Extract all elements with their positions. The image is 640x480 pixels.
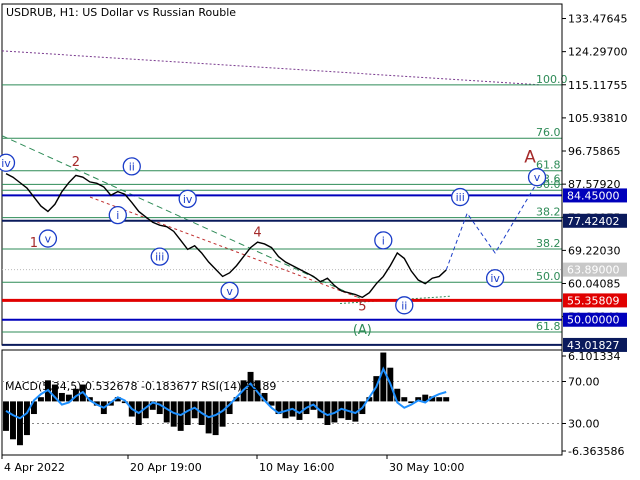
indicator-label: MACD(5,34,5) 0.532678 -0.183677 RSI(14) … xyxy=(5,380,276,393)
wave-label: iv xyxy=(490,272,500,285)
time-tick-label: 30 May 10:00 xyxy=(389,461,464,474)
macd-histogram-bar xyxy=(17,401,23,446)
fib-level-label: 38.2 xyxy=(536,206,561,219)
macd-histogram-bar xyxy=(380,352,387,402)
macd-histogram-bar xyxy=(219,401,226,427)
fib-level-label: 61.8 xyxy=(536,320,561,333)
macd-histogram-bar xyxy=(37,397,44,402)
fib-level-label: 76.0 xyxy=(536,126,561,139)
macd-histogram-bar xyxy=(10,401,16,440)
time-tick-label: 4 Apr 2022 xyxy=(4,461,65,474)
price-tick-label: 69.22030 xyxy=(568,244,621,257)
price-tick-label: 96.75865 xyxy=(568,145,621,158)
indicator-tick-label: 30.00 xyxy=(568,418,600,431)
wave-label: 4 xyxy=(253,225,261,240)
price-tag-label: 55.35809 xyxy=(567,294,620,307)
wave-label: ii xyxy=(401,299,407,312)
wave-label: A xyxy=(524,147,536,167)
wave-label: 2 xyxy=(72,155,80,170)
indicator-tick-label: 6.101334 xyxy=(568,350,621,363)
macd-histogram-bar xyxy=(212,401,219,436)
usdrub-chart: 100.076.061.823.650.038.238.250.061.8124… xyxy=(0,0,640,480)
wave-label: 5 xyxy=(358,299,366,314)
wave-label: iii xyxy=(155,251,164,264)
time-tick-label: 20 Apr 19:00 xyxy=(130,461,202,474)
fib-level-label: 38.2 xyxy=(536,237,561,250)
wave-label: i xyxy=(116,209,119,222)
macd-histogram-bar xyxy=(23,401,30,436)
price-tag-label: 77.42402 xyxy=(567,215,620,228)
macd-histogram-bar xyxy=(58,392,65,402)
price-tick-label: 124.29700 xyxy=(568,46,628,59)
price-tick-label: 60.04085 xyxy=(568,278,621,291)
indicator-tick-label: -6.363586 xyxy=(568,445,624,458)
price-tick-label: 133.47645 xyxy=(568,13,628,26)
macd-histogram-bar xyxy=(436,397,443,402)
wave-label: v xyxy=(226,285,233,298)
wave-label: iv xyxy=(183,193,193,206)
price-tag-label: 50.00000 xyxy=(567,314,620,327)
macd-histogram-bar xyxy=(401,397,408,402)
wave-label: ii xyxy=(129,160,135,173)
fib-level-label: 100.0 xyxy=(536,73,568,86)
wave-label: (A) xyxy=(353,323,372,338)
time-tick-label: 10 May 16:00 xyxy=(259,461,334,474)
wave-label: 1 xyxy=(30,236,38,251)
macd-histogram-bar xyxy=(443,397,450,402)
price-tag-label: 63.89000 xyxy=(567,264,620,277)
chart-title: USDRUB, H1: US Dollar vs Russian Rouble xyxy=(6,6,236,19)
fib-level-label: 50.0 xyxy=(536,270,561,283)
wave-label: iv xyxy=(1,157,11,170)
price-tag-label: 84.45000 xyxy=(567,189,620,202)
wave-label: v xyxy=(534,171,541,184)
wave-label: v xyxy=(45,233,52,246)
price-tick-label: 115.11755 xyxy=(568,79,628,92)
indicator-tick-label: 70.00 xyxy=(568,376,600,389)
macd-histogram-bar xyxy=(163,401,170,423)
wave-label: i xyxy=(382,234,385,247)
price-tick-label: 105.93810 xyxy=(568,112,628,125)
macd-histogram-bar xyxy=(3,401,9,431)
wave-label: iii xyxy=(456,191,465,204)
